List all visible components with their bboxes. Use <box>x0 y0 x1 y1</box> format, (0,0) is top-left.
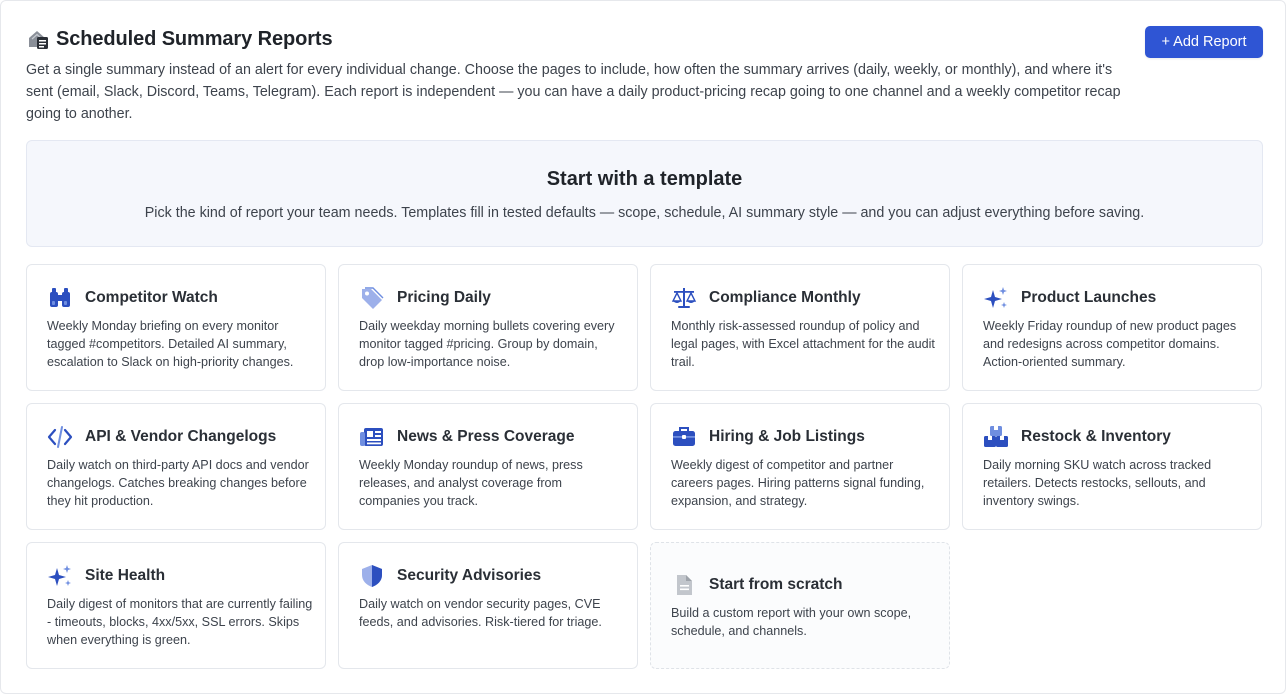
card-description: Weekly Monday roundup of news, press rel… <box>359 458 583 508</box>
newspaper-icon <box>359 424 385 450</box>
card-title: API & Vendor Changelogs <box>85 428 277 445</box>
page-title: Scheduled Summary Reports <box>56 27 333 50</box>
card-title: Competitor Watch <box>85 289 218 306</box>
card-title: Hiring & Job Listings <box>709 428 865 445</box>
card-description: Daily digest of monitors that are curren… <box>47 597 313 647</box>
card-description: Build a custom report with your own scop… <box>671 606 912 638</box>
card-title: Product Launches <box>1021 289 1157 306</box>
card-description: Daily weekday morning bullets covering e… <box>359 319 615 369</box>
template-card-hiring-job-listings[interactable]: Hiring & Job Listings Weekly digest of c… <box>650 403 950 530</box>
page-description: Get a single summary instead of an alert… <box>26 62 1121 122</box>
sparkles-icon <box>47 563 73 589</box>
card-title: Site Health <box>85 567 166 584</box>
card-description: Weekly Friday roundup of new product pag… <box>983 319 1237 369</box>
sparkles-icon <box>983 285 1009 311</box>
binoculars-icon <box>47 285 73 311</box>
template-card-site-health[interactable]: Site Health Daily digest of monitors tha… <box>26 542 326 669</box>
page-header: Scheduled Summary Reports <box>26 27 333 51</box>
card-description: Daily watch on third-party API docs and … <box>47 458 309 508</box>
price-tag-icon <box>359 285 385 311</box>
card-title: Start from scratch <box>709 576 843 593</box>
card-title: Compliance Monthly <box>709 289 861 306</box>
template-banner: Start with a template Pick the kind of r… <box>26 140 1263 247</box>
template-card-pricing-daily[interactable]: Pricing Daily Daily weekday morning bull… <box>338 264 638 391</box>
card-description: Daily morning SKU watch across tracked r… <box>983 458 1212 508</box>
card-title: News & Press Coverage <box>397 428 575 445</box>
template-card-api-vendor-changelogs[interactable]: API & Vendor Changelogs Daily watch on t… <box>26 403 326 530</box>
template-card-competitor-watch[interactable]: Competitor Watch Weekly Monday briefing … <box>26 264 326 391</box>
template-card-start-from-scratch[interactable]: Start from scratch Build a custom report… <box>650 542 950 669</box>
card-title: Pricing Daily <box>397 289 491 306</box>
briefcase-icon <box>671 424 697 450</box>
template-card-news-press-coverage[interactable]: News & Press Coverage Weekly Monday roun… <box>338 403 638 530</box>
template-card-security-advisories[interactable]: Security Advisories Daily watch on vendo… <box>338 542 638 669</box>
template-card-restock-inventory[interactable]: Restock & Inventory Daily morning SKU wa… <box>962 403 1262 530</box>
add-report-button[interactable]: + Add Report <box>1145 26 1263 58</box>
report-house-icon <box>26 27 50 51</box>
card-description: Daily watch on vendor security pages, CV… <box>359 597 602 629</box>
template-section-subtitle: Pick the kind of report your team needs.… <box>144 205 1145 221</box>
card-description: Weekly Monday briefing on every monitor … <box>47 319 294 369</box>
card-description: Weekly digest of competitor and partner … <box>671 458 925 508</box>
document-icon <box>671 572 697 598</box>
card-description: Monthly risk-assessed roundup of policy … <box>671 319 935 369</box>
card-title: Security Advisories <box>397 567 542 584</box>
template-section-title: Start with a template <box>546 168 743 190</box>
scales-icon <box>671 285 697 311</box>
page-frame: Scheduled Summary Reports + Add Report G… <box>0 0 1286 694</box>
boxes-icon <box>983 424 1009 450</box>
template-card-compliance-monthly[interactable]: Compliance Monthly Monthly risk-assessed… <box>650 264 950 391</box>
card-title: Restock & Inventory <box>1021 428 1171 445</box>
shield-icon <box>359 563 385 589</box>
template-card-product-launches[interactable]: Product Launches Weekly Friday roundup o… <box>962 264 1262 391</box>
code-icon <box>47 424 73 450</box>
